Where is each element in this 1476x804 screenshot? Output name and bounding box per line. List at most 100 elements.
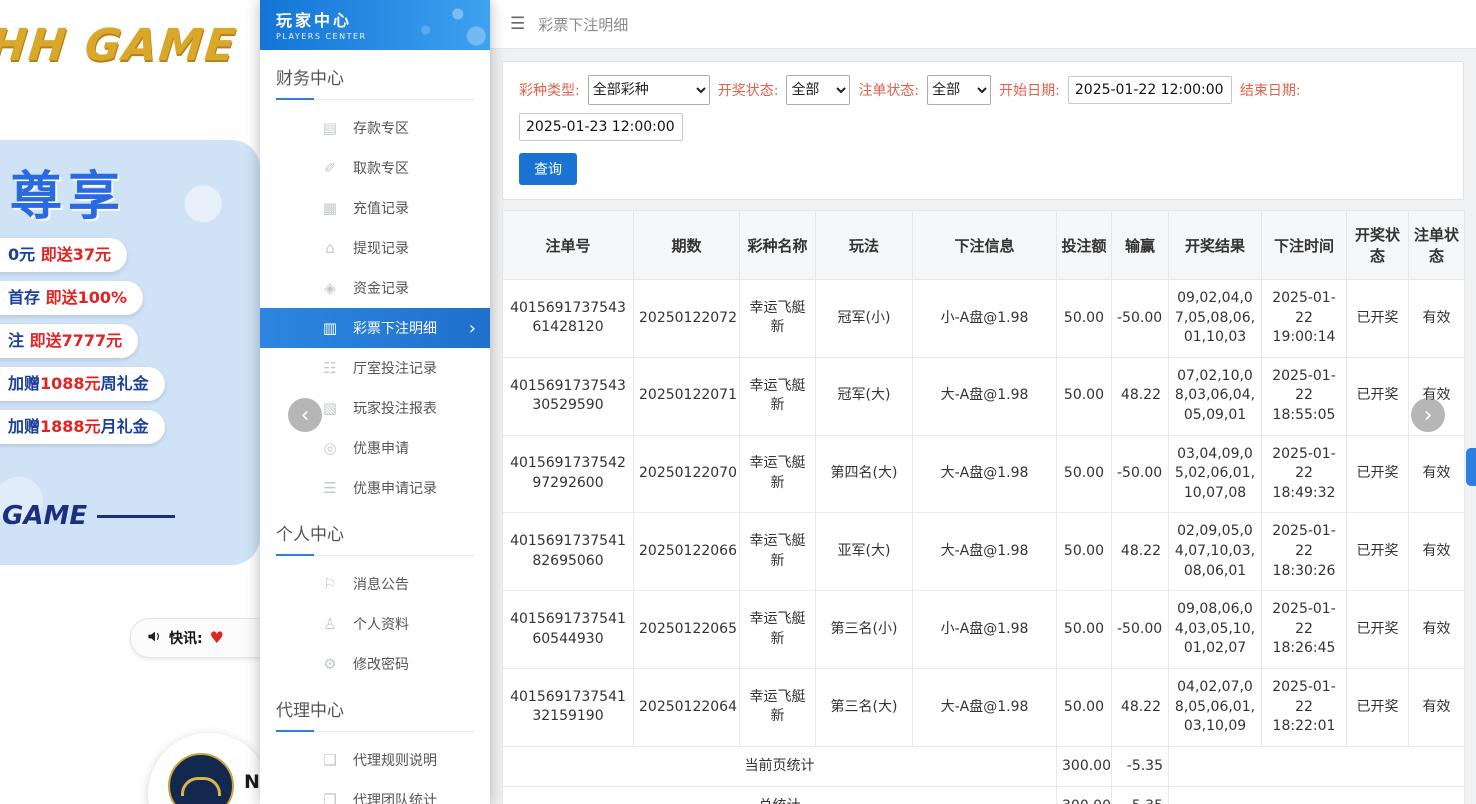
background-page: HH GAME 尊享 0元 即送37元 首存 即送100% 注 即送7777元 加赠1…: [0, 0, 260, 804]
change-password-icon: ⚙: [323, 655, 337, 673]
sidebar-item-label: 资金记录: [353, 281, 409, 297]
sidebar-item-agent-rules[interactable]: ❏ 代理规则说明: [260, 740, 490, 780]
announcement-icon: ⚐: [323, 575, 337, 593]
promo-pill: 首存 即送100%: [0, 281, 144, 315]
table-cell: 有效: [1408, 434, 1465, 514]
sidebar-subtitle: PLAYERS CENTER: [276, 32, 367, 41]
lottery-bet-details-icon: ▥: [322, 319, 338, 337]
page-title: 彩票下注明细: [538, 15, 629, 34]
start-date-input[interactable]: [1067, 76, 1232, 104]
table-cell: 20250122070: [633, 434, 740, 514]
table-cell: 大-A盘@1.98: [912, 667, 1057, 747]
sidebar-item-announcements[interactable]: ⚐ 消息公告: [260, 564, 490, 604]
withdraw-icon: ✐: [323, 159, 337, 177]
table-cell: 401569173754330529590: [502, 356, 634, 436]
sidebar-item-agent-team-stats[interactable]: ❐ 代理团队统计: [260, 780, 490, 804]
team-logo-card: NE: [148, 733, 260, 804]
sidebar-item-change-password[interactable]: ⚙ 修改密码: [260, 644, 490, 684]
table-cell: 20250122065: [633, 590, 740, 669]
side-service-tab[interactable]: [1466, 448, 1476, 486]
table-cell: 401569173754361428120: [502, 279, 634, 358]
sidebar-item-hall-bet-record[interactable]: ☷ 厅室投注记录: [260, 348, 490, 388]
table-cell: 有效: [1408, 279, 1465, 358]
promo-banner: 尊享 0元 即送37元 首存 即送100% 注 即送7777元 加赠1088元周礼金加…: [0, 140, 260, 565]
table-cell: 第三名(大): [815, 667, 913, 747]
column-header: 期数: [633, 210, 740, 280]
agent-rules-icon: ❏: [323, 751, 337, 769]
table-cell: 有效: [1408, 512, 1465, 592]
team-name: NE: [244, 771, 260, 793]
table-cell: 第四名(大): [815, 434, 913, 514]
table-cell: 2025-01-22 18:55:05: [1261, 356, 1347, 436]
sidebar-item-withdrawal-record[interactable]: ⌂ 提现记录: [260, 228, 490, 268]
sidebar-item-recharge-record[interactable]: ▦ 充值记录: [260, 188, 490, 228]
promo-title: 尊享: [10, 167, 127, 227]
table-cell: 07,02,10,08,03,06,04,05,09,01: [1168, 356, 1262, 436]
total-summary-winloss: -5.35: [1111, 786, 1169, 804]
table-cell: 48.22: [1111, 356, 1169, 436]
draw-status-select[interactable]: 全部: [786, 75, 851, 105]
carousel-next-button[interactable]: ›: [1411, 398, 1445, 432]
table-cell: 亚军(大): [815, 512, 913, 592]
main-panel: ☰ 彩票下注明细 彩种类型: 全部彩种 开奖状态: 全部 注单状态: 全部 开始…: [490, 0, 1476, 804]
speaker-icon: [147, 629, 162, 648]
filter-row: 彩种类型: 全部彩种 开奖状态: 全部 注单状态: 全部 开始日期: 结束日期:: [519, 75, 1447, 141]
table-cell: 已开奖: [1346, 667, 1409, 747]
table-summary: 当前页统计 300.00 -5.35 总统计 300.00 -5.35: [502, 745, 1465, 804]
table-cell: 幸运飞艇新: [739, 512, 816, 592]
start-date-label: 开始日期:: [999, 83, 1060, 99]
page-summary-row: 当前页统计 300.00 -5.35: [502, 745, 1465, 788]
sidebar-title: 玩家中心: [276, 11, 353, 30]
recharge-record-icon: ▦: [322, 199, 338, 217]
sidebar-item-withdraw[interactable]: ✐ 取款专区: [260, 148, 490, 188]
table-cell: 2025-01-22 18:22:01: [1261, 667, 1347, 747]
column-header: 开奖状态: [1346, 210, 1409, 280]
sidebar-item-label: 优惠申请: [353, 441, 409, 457]
column-header: 下注信息: [912, 210, 1057, 280]
table-cell: 02,09,05,04,07,10,03,08,06,01: [1168, 512, 1262, 592]
site-logo: HH GAME: [0, 20, 240, 71]
query-button[interactable]: 查询: [519, 153, 577, 185]
heart-icon: ♥: [209, 628, 224, 647]
total-summary-bet: 300.00: [1056, 786, 1112, 804]
sidebar-header: 玩家中心 PLAYERS CENTER: [260, 0, 490, 50]
table-row: 401569173754182695060 20250122066 幸运飞艇新 亚军(…: [502, 512, 1465, 592]
promo-pill: 注 即送7777元: [0, 324, 139, 358]
table-cell: 已开奖: [1346, 512, 1409, 592]
hamburger-menu-icon[interactable]: ☰: [510, 14, 525, 34]
table-cell: 20250122066: [633, 512, 740, 592]
bet-table: 注单号 期数 彩种名称 玩法 下注信息 投注额 输赢 开奖结果 下注时间 开奖状态 注单状态 401…: [502, 210, 1465, 804]
sidebar-item-label: 厅室投注记录: [353, 361, 437, 377]
funds-record-icon: ◈: [324, 279, 336, 297]
column-header: 投注额: [1056, 210, 1112, 280]
bet-status-label: 注单状态:: [858, 83, 920, 99]
sidebar-item-deposit[interactable]: ▤ 存款专区: [260, 108, 490, 148]
sidebar-item-promo-apply[interactable]: ◎ 优惠申请: [260, 428, 490, 468]
sidebar-item-promo-apply-record[interactable]: ☰ 优惠申请记录: [260, 468, 490, 508]
page-summary-filler: [1168, 745, 1465, 788]
content: 彩种类型: 全部彩种 开奖状态: 全部 注单状态: 全部 开始日期: 结束日期:: [490, 49, 1476, 804]
bet-status-select[interactable]: 全部: [927, 75, 992, 105]
lottery-type-select[interactable]: 全部彩种: [587, 75, 710, 105]
end-date-input[interactable]: [519, 113, 683, 141]
page-summary-label: 当前页统计: [502, 745, 1057, 788]
table-cell: 03,04,09,05,02,06,01,10,07,08: [1168, 434, 1262, 514]
promo-pill: 加赠1888元月礼金: [0, 410, 165, 444]
carousel-prev-button[interactable]: ‹: [288, 398, 322, 432]
section-title: 个人中心: [276, 520, 474, 556]
sidebar-item-label: 存款专区: [353, 121, 409, 137]
column-header: 输赢: [1111, 210, 1169, 280]
sidebar-item-lottery-bet-details[interactable]: ▥ 彩票下注明细 ›: [260, 308, 490, 348]
table-cell: 小-A盘@1.98: [912, 279, 1057, 358]
promo-pill-list: 0元 即送37元 首存 即送100% 注 即送7777元 加赠1088元周礼金 加赠18…: [0, 238, 260, 444]
promo-apply-icon: ◎: [323, 439, 337, 457]
sidebar-item-label: 取款专区: [353, 161, 409, 177]
topbar: ☰ 彩票下注明细: [490, 0, 1476, 49]
table-cell: -50.00: [1111, 279, 1169, 358]
table-row: 401569173754361428120 20250122072 幸运飞艇新 冠军(…: [502, 279, 1465, 358]
sidebar-item-label: 优惠申请记录: [353, 481, 437, 497]
chevron-right-icon: ›: [468, 317, 476, 339]
sidebar-item-profile[interactable]: ♙ 个人资料: [260, 604, 490, 644]
sidebar-item-funds-record[interactable]: ◈ 资金记录: [260, 268, 490, 308]
news-ticker: 快讯: ♥: [130, 618, 260, 658]
